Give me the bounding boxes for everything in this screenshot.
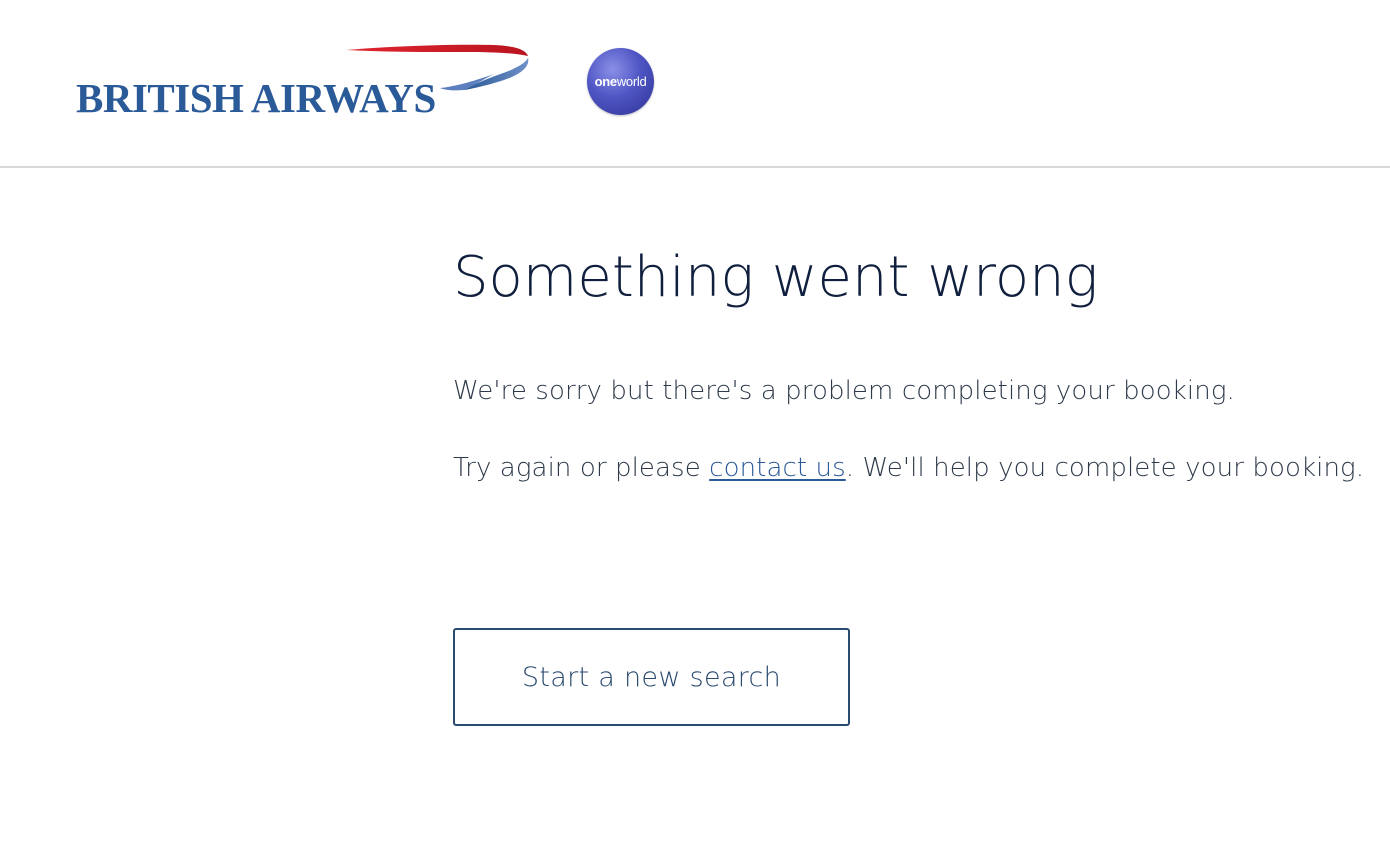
british-airways-logo[interactable]: BRITISH AIRWAYS bbox=[76, 44, 536, 124]
oneworld-logo-text: oneworld bbox=[595, 74, 647, 89]
brand-wordmark: BRITISH AIRWAYS bbox=[76, 75, 436, 121]
oneworld-logo: oneworld bbox=[587, 48, 654, 115]
error-message: We're sorry but there's a problem comple… bbox=[453, 376, 1235, 406]
start-new-search-button[interactable]: Start a new search bbox=[453, 628, 850, 726]
error-content: Something went wrong We're sorry but the… bbox=[453, 240, 1373, 483]
oneworld-logo-bold: one bbox=[594, 74, 618, 89]
page-title: Something went wrong bbox=[453, 245, 1099, 310]
site-header: BRITISH AIRWAYS oneworld bbox=[0, 0, 1390, 168]
help-message-prefix: Try again or please bbox=[453, 453, 710, 483]
contact-us-link[interactable]: contact us bbox=[709, 453, 846, 483]
help-message: Try again or please contact us. We'll he… bbox=[453, 451, 1364, 485]
oneworld-logo-regular: world bbox=[616, 74, 647, 89]
help-message-suffix: . We'll help you complete your booking. bbox=[845, 453, 1365, 483]
